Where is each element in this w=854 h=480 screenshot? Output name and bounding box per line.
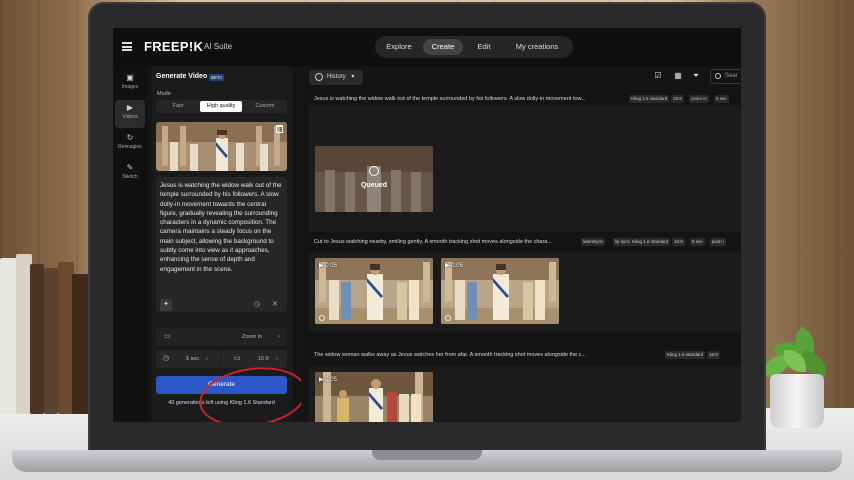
- menu-icon[interactable]: [122, 42, 132, 51]
- select-icon[interactable]: ☑: [653, 71, 663, 81]
- generate-video-panel: Generate Video BETA Mode Fast High quali…: [152, 66, 311, 422]
- prompt-actions: ✦ ◷ ✕: [156, 299, 287, 312]
- grid-view-icon[interactable]: ▦: [673, 71, 683, 81]
- folder-icon: ▭: [164, 333, 171, 340]
- tag: Kling 1.6 standard: [665, 351, 706, 359]
- chevron-right-icon: ›: [278, 334, 280, 340]
- clear-icon[interactable]: ✕: [272, 300, 278, 308]
- rail-label: Sketch: [122, 174, 138, 180]
- tag: push i: [710, 238, 727, 246]
- video-duration: ▶ 0:05: [319, 377, 337, 383]
- panel-title: Generate Video: [156, 73, 208, 80]
- ratio-value: 16:9: [258, 356, 269, 362]
- rail-item-sketch[interactable]: ✎ Sketch: [115, 160, 145, 188]
- nav-create[interactable]: Create: [423, 39, 463, 55]
- queued-video-card[interactable]: Queued: [315, 146, 433, 212]
- duration-select[interactable]: ◷ 5 sec ›: [156, 350, 220, 368]
- tag: latentsync: [581, 238, 606, 246]
- video-duration: ▶ 0:05: [319, 263, 337, 269]
- mode-fast[interactable]: Fast: [157, 101, 199, 112]
- generations-remaining: 40 generations left using Kling 1.6 Stan…: [168, 400, 275, 406]
- reference-image[interactable]: [156, 122, 287, 171]
- clock-icon: ◷: [163, 355, 170, 362]
- video-card[interactable]: ▶ 0:05: [441, 258, 559, 324]
- video-card[interactable]: ▶ 0:05: [315, 258, 433, 324]
- generate-button[interactable]: Generate: [156, 376, 287, 394]
- search-icon: [715, 73, 721, 79]
- chevron-right-icon: ›: [206, 356, 208, 362]
- history-label: History: [327, 74, 346, 80]
- sketch-icon: ✎: [126, 163, 134, 172]
- queued-status: Queued: [360, 182, 388, 189]
- laptop-notch: [372, 450, 482, 460]
- results-area: History ▾ ☑ ▦ ⏷ Sear Jesus is watching t…: [301, 66, 741, 422]
- history-button[interactable]: History ▾: [309, 70, 363, 85]
- reimagine-icon: ↻: [126, 133, 134, 142]
- duration-value: 5 sec: [186, 356, 200, 362]
- mode-label: Mode: [157, 91, 171, 97]
- chevron-down-icon: ▾: [351, 74, 355, 80]
- duration-text: 0:05: [451, 263, 463, 269]
- mode-toggle: Fast High quality Custom: [156, 100, 287, 113]
- beta-badge: BETA: [209, 74, 225, 81]
- rail-label: Reimagine: [118, 144, 142, 150]
- tag: 16:9: [707, 351, 720, 359]
- mode-custom[interactable]: Custom: [244, 101, 286, 112]
- row-prompt: The widow woman walks away as Jesus watc…: [314, 352, 587, 358]
- queued-overlay: [315, 146, 433, 212]
- app-logo[interactable]: FREEP!K: [144, 39, 203, 54]
- magic-wand-icon[interactable]: ✦: [160, 299, 172, 311]
- duration-text: 0:05: [325, 263, 337, 269]
- trash-icon[interactable]: [276, 125, 283, 133]
- history-icon: [315, 73, 323, 81]
- tag: 16:9: [671, 95, 684, 103]
- rail-item-videos[interactable]: ▶ Videos: [115, 100, 145, 128]
- info-icon[interactable]: [319, 315, 325, 321]
- ratio-select[interactable]: ▭ 16:9 ›: [222, 350, 287, 368]
- camera-value: Zoom in: [242, 334, 262, 340]
- chevron-right-icon: ›: [276, 356, 278, 362]
- video-icon: ▶: [126, 103, 134, 112]
- top-bar: FREEP!K AI Suite Explore Create Edit My …: [113, 28, 741, 66]
- rail-label: Videos: [122, 114, 138, 120]
- tag: Kling 1.6 standard: [629, 95, 670, 103]
- tag: 16:9: [672, 238, 685, 246]
- app-screen: FREEP!K AI Suite Explore Create Edit My …: [113, 28, 741, 422]
- aspect-ratio-icon: ▭: [234, 355, 241, 362]
- nav-edit[interactable]: Edit: [467, 39, 501, 55]
- video-card[interactable]: ▶ 0:05: [315, 372, 433, 422]
- row-prompt: Cut to Jesus watching nearby, smiling ge…: [314, 239, 552, 245]
- tool-rail: ▣ Images ▶ Videos ↻ Reimagine ✎ Sketch: [113, 66, 147, 422]
- filter-icon[interactable]: ⏷: [691, 71, 701, 81]
- clock-icon: [369, 166, 379, 176]
- tag: zoom in: [689, 95, 709, 103]
- duration-text: 0:05: [325, 377, 337, 383]
- search-input[interactable]: Sear: [710, 69, 741, 84]
- row-prompt: Jesus is watching the widow walk out of …: [314, 96, 586, 102]
- info-icon[interactable]: [445, 315, 451, 321]
- search-placeholder: Sear: [725, 73, 738, 79]
- tag: 5 sec: [690, 238, 705, 246]
- video-duration: ▶ 0:05: [445, 263, 463, 269]
- potted-plant: [756, 326, 836, 428]
- history-small-icon[interactable]: ◷: [254, 300, 260, 308]
- image-icon: ▣: [126, 73, 134, 82]
- tag: Kling 1.6 standard: [630, 238, 671, 246]
- nav-my-creations[interactable]: My creations: [505, 39, 569, 55]
- duration-ratio-row: ◷ 5 sec › ▭ 16:9 ›: [156, 350, 287, 368]
- nav-explore[interactable]: Explore: [379, 39, 419, 55]
- rail-label: Images: [121, 84, 139, 90]
- app-logo-subtitle: AI Suite: [204, 42, 233, 51]
- tag: 5 sec: [714, 95, 729, 103]
- prompt-textarea[interactable]: Jesus is watching the widow walk out of …: [156, 177, 287, 312]
- mode-high-quality[interactable]: High quality: [200, 101, 242, 112]
- main-nav: Explore Create Edit My creations: [375, 36, 573, 58]
- rail-item-reimagine[interactable]: ↻ Reimagine: [115, 130, 145, 158]
- camera-setting[interactable]: ▭ Zoom in ›: [156, 328, 287, 346]
- rail-item-images[interactable]: ▣ Images: [115, 70, 145, 98]
- bookshelf: [0, 248, 92, 414]
